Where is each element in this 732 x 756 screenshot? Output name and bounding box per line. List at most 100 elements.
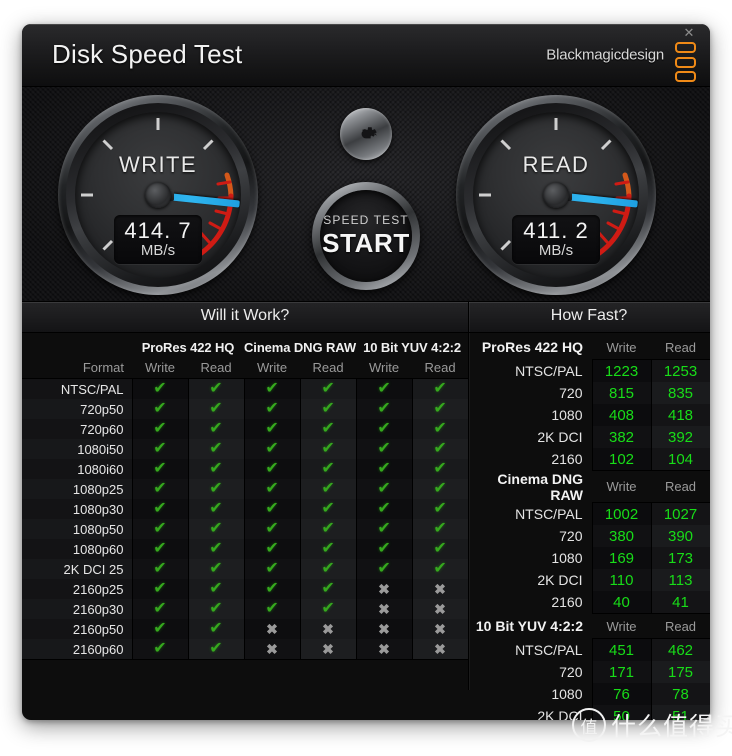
support-check-cell: ✔ — [355, 499, 413, 519]
check-icon: ✔ — [153, 400, 167, 417]
read-gauge-hub — [543, 182, 569, 208]
how-fast-write-value: 50 — [591, 705, 652, 720]
write-readout: 414. 7 MB/s — [114, 214, 202, 264]
how-fast-row-label: 720 — [559, 528, 583, 544]
section-header-bar: Will it Work? How Fast? — [22, 302, 710, 333]
how-fast-read-value: 113 — [650, 569, 710, 591]
page-title: Disk Speed Test — [52, 38, 243, 69]
how-fast-row-label: 2K DCI — [537, 572, 583, 588]
table-row: 2160p50 ✔ ✔ ✖ ✖ ✖ ✖ — [22, 619, 469, 639]
check-icon: ✔ — [377, 480, 391, 497]
check-icon: ✔ — [433, 400, 447, 417]
check-icon: ✔ — [153, 540, 167, 557]
check-icon: ✔ — [209, 540, 223, 557]
check-icon: ✔ — [433, 560, 447, 577]
will-it-work-table: ProRes 422 HQ Cinema DNG RAW 10 Bit YUV … — [22, 333, 469, 660]
check-icon: ✔ — [265, 460, 279, 477]
table-row: 2160p30 ✔ ✔ ✔ ✔ ✖ ✖ — [22, 599, 469, 619]
table-row: 1080i50 ✔ ✔ ✔ ✔ ✔ ✔ — [22, 439, 469, 459]
check-icon: ✔ — [265, 380, 279, 397]
table-row: 2160p60 ✔ ✔ ✖ ✖ ✖ ✖ — [22, 639, 469, 660]
how-fast-read-value: 104 — [650, 448, 710, 471]
support-check-cell: ✔ — [299, 399, 357, 419]
how-fast-table: ProRes 422 HQ Write Read NTSC/PAL 1223 1253 72… — [469, 335, 710, 720]
check-icon: ✔ — [209, 400, 223, 417]
format-label: 720p60 — [22, 419, 132, 439]
how-fast-group-header: ProRes 422 HQ Write Read — [469, 335, 710, 360]
table-row: 2K DCI 110 113 — [469, 569, 710, 591]
check-icon: ✔ — [265, 580, 279, 597]
support-check-cell: ✔ — [411, 439, 469, 459]
cross-icon: ✖ — [266, 620, 278, 637]
support-check-cell: ✔ — [187, 539, 245, 559]
check-icon: ✔ — [153, 640, 167, 657]
will-it-work-body: NTSC/PAL ✔ ✔ ✔ ✔ ✔ ✔ 720p50 ✔ ✔ ✔ ✔ ✔ ✔ 720p60 ✔ ✔ ✔ ✔ ✔ ✔ 10… — [22, 378, 469, 660]
support-check-cell: ✔ — [243, 399, 301, 419]
check-icon: ✔ — [209, 480, 223, 497]
how-fast-col-read: Read — [664, 339, 697, 355]
how-fast-row-label: NTSC/PAL — [515, 362, 583, 379]
check-icon: ✔ — [321, 380, 335, 397]
cross-icon: ✖ — [434, 600, 446, 617]
check-icon: ✔ — [377, 560, 391, 577]
will-it-work-panel: ProRes 422 HQ Cinema DNG RAW 10 Bit YUV … — [22, 333, 469, 660]
support-check-cell: ✔ — [299, 459, 357, 479]
support-cross-cell: ✖ — [243, 619, 301, 639]
codec-header-prores: ProRes 422 HQ — [141, 339, 235, 355]
how-fast-write-value: 815 — [591, 382, 652, 404]
support-check-cell: ✔ — [131, 459, 188, 479]
how-fast-read-value: 1253 — [650, 359, 710, 382]
check-icon: ✔ — [265, 520, 279, 537]
support-check-cell: ✔ — [131, 499, 188, 519]
how-fast-body: ProRes 422 HQ Write Read NTSC/PAL 1223 1253 72… — [469, 335, 710, 720]
start-button-face: SPEED TEST START — [320, 190, 412, 282]
format-label: 1080i60 — [22, 459, 132, 479]
close-icon[interactable]: ✕ — [680, 25, 698, 41]
check-icon: ✔ — [321, 460, 335, 477]
check-icon: ✔ — [321, 420, 335, 437]
table-row: 2160 102 104 — [469, 448, 710, 471]
how-fast-group-name: ProRes 422 HQ — [481, 339, 583, 356]
check-icon: ✔ — [321, 480, 335, 497]
title-bar: Disk Speed Test Blackmagicdesign ✕ — [22, 24, 710, 87]
speed-test-start-button[interactable]: SPEED TEST START — [312, 182, 420, 290]
check-icon: ✔ — [153, 380, 167, 397]
support-check-cell: ✔ — [131, 519, 188, 539]
support-check-cell: ✔ — [355, 439, 413, 459]
check-icon: ✔ — [153, 560, 167, 577]
support-check-cell: ✔ — [131, 579, 188, 599]
check-icon: ✔ — [153, 460, 167, 477]
support-check-cell: ✔ — [187, 619, 245, 639]
check-icon: ✔ — [265, 400, 279, 417]
settings-button[interactable] — [340, 108, 392, 160]
cross-icon: ✖ — [378, 640, 390, 657]
cross-icon: ✖ — [378, 600, 390, 617]
codec-header-dng: Cinema DNG RAW — [244, 339, 357, 355]
table-row: NTSC/PAL 1223 1253 — [469, 359, 710, 382]
check-icon: ✔ — [433, 420, 447, 437]
how-fast-read-value: 41 — [650, 591, 710, 614]
how-fast-write-value: 451 — [591, 638, 652, 661]
check-icon: ✔ — [433, 440, 447, 457]
support-check-cell: ✔ — [243, 439, 301, 459]
subheader-write-0: Write — [132, 357, 188, 379]
support-check-cell: ✔ — [299, 599, 357, 619]
section-title-will-it-work: Will it Work? — [200, 307, 290, 324]
how-fast-row-label: 2K DCI — [537, 708, 583, 720]
how-fast-write-value: 40 — [591, 591, 652, 614]
format-column-header: Format — [22, 357, 132, 379]
table-row: NTSC/PAL 1002 1027 — [469, 502, 710, 525]
how-fast-write-value: 76 — [591, 683, 652, 705]
support-check-cell: ✔ — [411, 399, 469, 419]
check-icon: ✔ — [153, 440, 167, 457]
check-icon: ✔ — [209, 460, 223, 477]
check-icon: ✔ — [153, 600, 167, 617]
table-row: 2160 40 41 — [469, 591, 710, 614]
check-icon: ✔ — [265, 600, 279, 617]
how-fast-row-label: 720 — [559, 385, 583, 401]
support-check-cell: ✔ — [243, 378, 301, 399]
check-icon: ✔ — [321, 500, 335, 517]
check-icon: ✔ — [433, 480, 447, 497]
support-check-cell: ✔ — [299, 559, 357, 579]
support-check-cell: ✔ — [187, 419, 245, 439]
